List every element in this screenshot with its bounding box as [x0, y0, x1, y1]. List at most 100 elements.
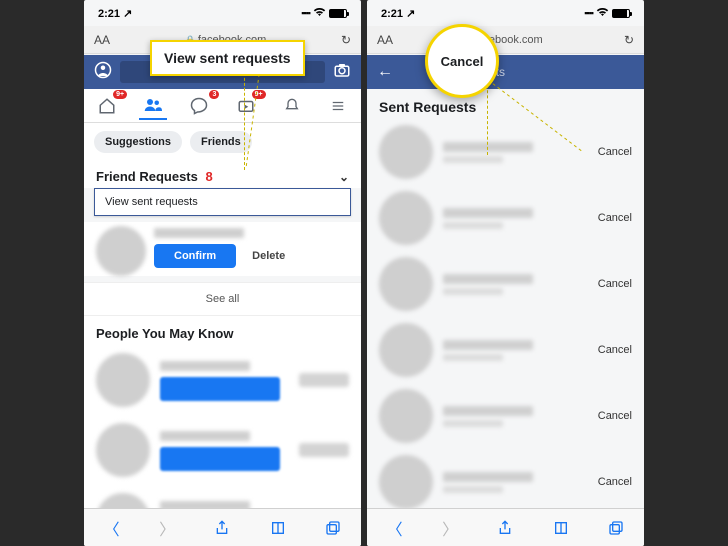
profile-icon[interactable]: [94, 61, 112, 84]
view-sent-requests-option[interactable]: View sent requests: [94, 188, 351, 216]
avatar[interactable]: [96, 493, 150, 508]
tab-menu[interactable]: [324, 92, 352, 120]
avatar[interactable]: [96, 423, 150, 477]
share-button[interactable]: [495, 518, 515, 538]
badge: 9+: [113, 90, 127, 99]
tab-friends[interactable]: [139, 92, 167, 120]
text-size-button[interactable]: AA: [94, 33, 110, 47]
wifi-icon: [313, 7, 326, 20]
section-title: People You May Know: [96, 326, 233, 341]
friend-requests-header[interactable]: Friend Requests 8 ⌄: [84, 161, 361, 188]
mutual-friends: [443, 420, 503, 427]
delete-button[interactable]: Delete: [246, 244, 291, 268]
pymk-item: [84, 345, 361, 415]
user-name[interactable]: [443, 142, 533, 152]
avatar[interactable]: [96, 226, 146, 276]
add-friend-button[interactable]: [160, 377, 280, 401]
badge: 9+: [252, 90, 266, 99]
location-icon: ↗: [123, 8, 132, 20]
share-button[interactable]: [212, 518, 232, 538]
fb-tab-row: 9+ 3 9+: [84, 89, 361, 123]
user-name: [160, 431, 250, 441]
chip-friends[interactable]: Friends: [190, 131, 252, 153]
user-name[interactable]: [443, 472, 533, 482]
cancel-button[interactable]: Cancel: [598, 146, 632, 158]
see-all-link[interactable]: See all: [84, 282, 361, 316]
avatar[interactable]: [379, 323, 433, 377]
avatar[interactable]: [379, 389, 433, 443]
status-time: 2:21: [98, 8, 120, 20]
tab-messenger[interactable]: 3: [185, 92, 213, 120]
signal-icon: ▪▪▪▪: [301, 8, 310, 18]
status-bar: 2:21 ↗ ▪▪▪▪: [367, 0, 644, 26]
user-name: [160, 361, 250, 371]
battery-icon: [329, 9, 347, 18]
bookmarks-button[interactable]: [268, 518, 288, 538]
callout-view-sent: View sent requests: [150, 40, 305, 76]
user-name[interactable]: [443, 208, 533, 218]
text-size-button[interactable]: AA: [377, 33, 393, 47]
user-name[interactable]: [154, 228, 244, 238]
browser-url-bar[interactable]: AA facebook.com ↻: [367, 26, 644, 54]
pymk-item: [84, 415, 361, 485]
callout-cancel: Cancel: [425, 24, 499, 98]
safari-toolbar: 〈 〉: [367, 508, 644, 546]
avatar[interactable]: [379, 191, 433, 245]
avatar[interactable]: [379, 125, 433, 179]
phone-right: 2:21 ↗ ▪▪▪▪ AA facebook.com ↻ ← equests …: [367, 0, 644, 546]
mutual-friends: [443, 288, 503, 295]
back-button[interactable]: 〈: [102, 518, 122, 538]
phone-left: 2:21 ↗ ▪▪▪▪ AA 🔒facebook.com ↻ 9+: [84, 0, 361, 546]
cancel-button[interactable]: Cancel: [598, 212, 632, 224]
back-arrow-icon[interactable]: ←: [377, 63, 393, 81]
filter-chips: Suggestions Friends: [84, 123, 361, 161]
remove-button[interactable]: [299, 443, 349, 457]
avatar[interactable]: [96, 353, 150, 407]
mutual-friends: [443, 222, 503, 229]
sent-request-item: Cancel: [367, 185, 644, 251]
avatar[interactable]: [379, 257, 433, 311]
request-count: 8: [205, 169, 212, 184]
safari-toolbar: 〈 〉: [84, 508, 361, 546]
url-host[interactable]: facebook.com: [393, 34, 624, 46]
user-name[interactable]: [443, 274, 533, 284]
avatar[interactable]: [379, 455, 433, 508]
user-name[interactable]: [443, 406, 533, 416]
add-friend-button[interactable]: [160, 447, 280, 471]
location-icon: ↗: [406, 8, 415, 20]
tab-notifications[interactable]: [278, 92, 306, 120]
cancel-button[interactable]: Cancel: [598, 410, 632, 422]
status-bar: 2:21 ↗ ▪▪▪▪: [84, 0, 361, 26]
sent-request-item: Cancel: [367, 383, 644, 449]
sent-request-item: Cancel: [367, 317, 644, 383]
status-time: 2:21: [381, 8, 403, 20]
section-title: Friend Requests: [96, 169, 198, 184]
bookmarks-button[interactable]: [551, 518, 571, 538]
chevron-down-icon[interactable]: ⌄: [339, 170, 349, 184]
sent-requests-list: CancelCancelCancelCancelCancelCancelCanc…: [367, 119, 644, 508]
tabs-button[interactable]: [606, 518, 626, 538]
mutual-friends: [443, 156, 503, 163]
sent-request-item: Cancel: [367, 251, 644, 317]
chip-suggestions[interactable]: Suggestions: [94, 131, 182, 153]
reload-button[interactable]: ↻: [341, 33, 351, 47]
remove-button[interactable]: [299, 373, 349, 387]
cancel-button[interactable]: Cancel: [598, 344, 632, 356]
user-name: [160, 501, 250, 508]
confirm-button[interactable]: Confirm: [154, 244, 236, 268]
pymk-item: [84, 485, 361, 508]
tab-watch[interactable]: 9+: [232, 92, 260, 120]
cancel-button[interactable]: Cancel: [598, 278, 632, 290]
mutual-friends: [443, 486, 503, 493]
sent-request-item: Cancel: [367, 119, 644, 185]
sent-requests-title: Sent Requests: [367, 89, 644, 119]
back-button[interactable]: 〈: [385, 518, 405, 538]
camera-icon[interactable]: [333, 61, 351, 84]
reload-button[interactable]: ↻: [624, 33, 634, 47]
fb-subheader: ← equests: [367, 55, 644, 89]
cancel-button[interactable]: Cancel: [598, 476, 632, 488]
tabs-button[interactable]: [323, 518, 343, 538]
user-name[interactable]: [443, 340, 533, 350]
wifi-icon: [596, 7, 609, 20]
tab-home[interactable]: 9+: [93, 92, 121, 120]
